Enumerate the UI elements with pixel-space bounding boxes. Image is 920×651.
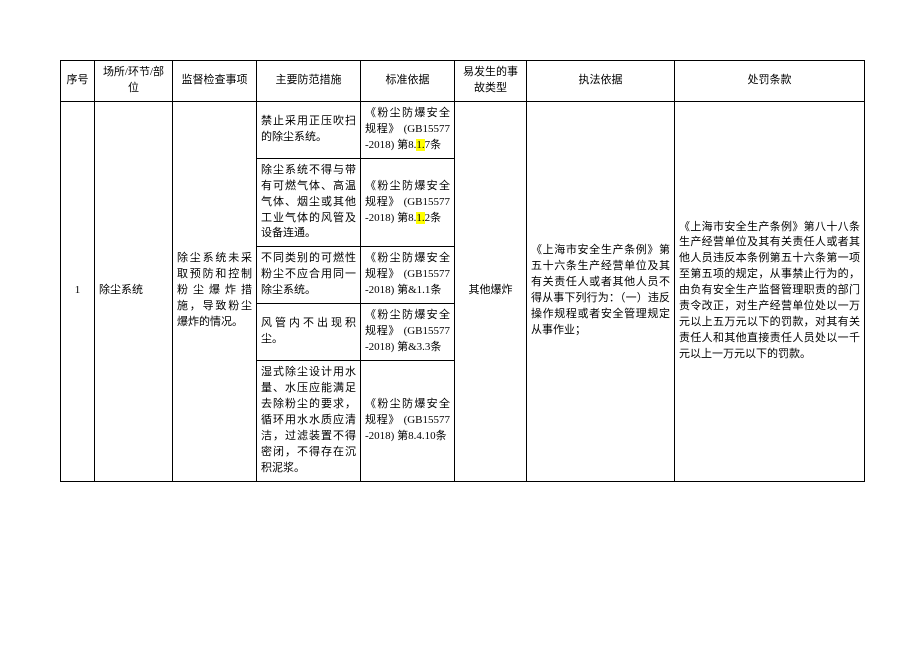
cell-standard: 《粉尘防爆安全规程》 (GB15577-2018) 第&3.3条: [361, 304, 455, 361]
cell-standard: 《粉尘防爆安全规程》 (GB15577-2018) 第8.1.2条: [361, 158, 455, 247]
col-accident: 易发生的事故类型: [455, 61, 527, 102]
std-art-hl: 1.: [416, 139, 424, 151]
cell-measure: 除尘系统不得与带有可燃气体、高温气体、烟尘或其他工业气体的风管及设备连通。: [257, 158, 361, 247]
cell-measure: 禁止采用正压吹扫的除尘系统。: [257, 101, 361, 158]
cell-seq: 1: [61, 101, 95, 481]
std-art: 第&3.3条: [397, 341, 441, 353]
cell-measure: 风管内不出现积尘。: [257, 304, 361, 361]
cell-place: 除尘系统: [95, 101, 173, 481]
std-art-hl: 1.: [416, 212, 424, 224]
cell-measure: 湿式除尘设计用水量、水压应能满足去除粉尘的要求，循环用水水质应清洁，过滤装置不得…: [257, 361, 361, 482]
col-lawbasis: 执法依据: [527, 61, 675, 102]
std-art: 第8.4.10条: [397, 430, 447, 442]
cell-penalty: 《上海市安全生产条例》第八十八条生产经营单位及其有关责任人或者其他人员违反本条例…: [675, 101, 865, 481]
cell-accident: 其他爆炸: [455, 101, 527, 481]
cell-lawbasis: 《上海市安全生产条例》第五十六条生产经营单位及其有关责任人或者其他人员不得从事下…: [527, 101, 675, 481]
col-standard: 标准依据: [361, 61, 455, 102]
std-art: 第8.: [397, 139, 416, 151]
cell-standard: 《粉尘防爆安全规程》 (GB15577-2018) 第8.4.10条: [361, 361, 455, 482]
cell-standard: 《粉尘防爆安全规程》 (GB15577-2018) 第&1.1条: [361, 247, 455, 304]
std-art-post: 2条: [425, 212, 442, 224]
col-penalty: 处罚条款: [675, 61, 865, 102]
col-inspect: 监督检查事项: [173, 61, 257, 102]
regulation-table: 序号 场所/环节/部位 监督检查事项 主要防范措施 标准依据 易发生的事故类型 …: [60, 60, 865, 482]
table-row: 1 除尘系统 除尘系统未采取预防和控制粉尘爆炸措施，导致粉尘爆炸的情况。 禁止采…: [61, 101, 865, 158]
std-art: 第8.: [397, 212, 416, 224]
page: 序号 场所/环节/部位 监督检查事项 主要防范措施 标准依据 易发生的事故类型 …: [0, 0, 920, 482]
cell-measure: 不同类别的可燃性粉尘不应合用同一除尘系统。: [257, 247, 361, 304]
std-art: 第&1.1条: [397, 284, 441, 296]
table-header-row: 序号 场所/环节/部位 监督检查事项 主要防范措施 标准依据 易发生的事故类型 …: [61, 61, 865, 102]
cell-standard: 《粉尘防爆安全规程》 (GB15577-2018) 第8.1.7条: [361, 101, 455, 158]
cell-inspect: 除尘系统未采取预防和控制粉尘爆炸措施，导致粉尘爆炸的情况。: [173, 101, 257, 481]
std-art-post: 7条: [425, 139, 442, 151]
col-place: 场所/环节/部位: [95, 61, 173, 102]
col-measure: 主要防范措施: [257, 61, 361, 102]
col-seq: 序号: [61, 61, 95, 102]
